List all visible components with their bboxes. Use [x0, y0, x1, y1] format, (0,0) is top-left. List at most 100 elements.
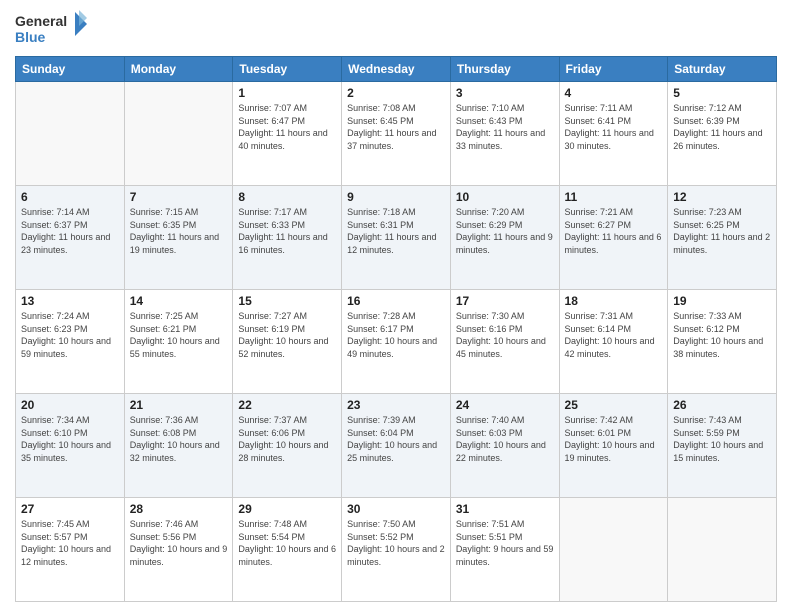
- calendar-cell: 11 Sunrise: 7:21 AM Sunset: 6:27 PM Dayli…: [559, 186, 668, 290]
- week-row-5: 27Sunrise: 7:45 AM Sunset: 5:57 PM Dayli…: [16, 498, 777, 602]
- svg-text:Blue: Blue: [15, 29, 46, 45]
- day-info: Sunrise: 7:20 AM Sunset: 6:29 PM Dayligh…: [456, 206, 554, 256]
- calendar-cell: [124, 82, 233, 186]
- day-info: Sunrise: 7:39 AM Sunset: 6:04 PM Dayligh…: [347, 414, 445, 464]
- day-number: 27: [21, 502, 119, 516]
- day-info: Sunrise: 7:15 AM Sunset: 6:35 PM Dayligh…: [130, 206, 228, 256]
- weekday-header-sunday: Sunday: [16, 57, 125, 82]
- calendar-cell: 1 Sunrise: 7:07 AM Sunset: 6:47 PM Daylig…: [233, 82, 342, 186]
- day-number: 25: [565, 398, 663, 412]
- day-info: Sunrise: 7:18 AM Sunset: 6:31 PM Dayligh…: [347, 206, 445, 256]
- day-number: 9: [347, 190, 445, 204]
- calendar-cell: [559, 498, 668, 602]
- weekday-header-tuesday: Tuesday: [233, 57, 342, 82]
- day-number: 17: [456, 294, 554, 308]
- weekday-header-friday: Friday: [559, 57, 668, 82]
- page: General Blue SundayMondayTuesdayWednesda…: [0, 0, 792, 612]
- weekday-header-monday: Monday: [124, 57, 233, 82]
- day-number: 18: [565, 294, 663, 308]
- calendar-cell: 13 Sunrise: 7:24 AM Sunset: 6:23 PM Dayli…: [16, 290, 125, 394]
- calendar-cell: 12Sunrise: 7:23 AM Sunset: 6:25 PM Dayli…: [668, 186, 777, 290]
- calendar-cell: 20 Sunrise: 7:34 AM Sunset: 6:10 PM Dayli…: [16, 394, 125, 498]
- day-number: 11: [565, 190, 663, 204]
- weekday-header-thursday: Thursday: [450, 57, 559, 82]
- header: General Blue: [15, 10, 777, 50]
- day-number: 20: [21, 398, 119, 412]
- calendar-cell: 26Sunrise: 7:43 AM Sunset: 5:59 PM Dayli…: [668, 394, 777, 498]
- day-info: Sunrise: 7:40 AM Sunset: 6:03 PM Dayligh…: [456, 414, 554, 464]
- day-info: Sunrise: 7:51 AM Sunset: 5:51 PM Dayligh…: [456, 518, 554, 568]
- calendar-cell: 6Sunrise: 7:14 AM Sunset: 6:37 PM Daylig…: [16, 186, 125, 290]
- day-info: Sunrise: 7:33 AM Sunset: 6:12 PM Dayligh…: [673, 310, 771, 360]
- day-info: Sunrise: 7:17 AM Sunset: 6:33 PM Dayligh…: [238, 206, 336, 256]
- day-number: 3: [456, 86, 554, 100]
- day-number: 23: [347, 398, 445, 412]
- calendar-cell: 21 Sunrise: 7:36 AM Sunset: 6:08 PM Dayli…: [124, 394, 233, 498]
- calendar-cell: 14 Sunrise: 7:25 AM Sunset: 6:21 PM Dayli…: [124, 290, 233, 394]
- day-info: Sunrise: 7:12 AM Sunset: 6:39 PM Dayligh…: [673, 102, 771, 152]
- calendar-cell: [16, 82, 125, 186]
- calendar-table: SundayMondayTuesdayWednesdayThursdayFrid…: [15, 56, 777, 602]
- calendar-cell: 8Sunrise: 7:17 AM Sunset: 6:33 PM Daylig…: [233, 186, 342, 290]
- day-number: 1: [238, 86, 336, 100]
- calendar-cell: 29Sunrise: 7:48 AM Sunset: 5:54 PM Dayli…: [233, 498, 342, 602]
- calendar-cell: 25Sunrise: 7:42 AM Sunset: 6:01 PM Dayli…: [559, 394, 668, 498]
- week-row-2: 6Sunrise: 7:14 AM Sunset: 6:37 PM Daylig…: [16, 186, 777, 290]
- calendar-cell: 7 Sunrise: 7:15 AM Sunset: 6:35 PM Daylig…: [124, 186, 233, 290]
- day-number: 2: [347, 86, 445, 100]
- day-number: 21: [130, 398, 228, 412]
- week-row-3: 13 Sunrise: 7:24 AM Sunset: 6:23 PM Dayli…: [16, 290, 777, 394]
- day-info: Sunrise: 7:48 AM Sunset: 5:54 PM Dayligh…: [238, 518, 336, 568]
- day-number: 16: [347, 294, 445, 308]
- calendar-cell: 31 Sunrise: 7:51 AM Sunset: 5:51 PM Dayli…: [450, 498, 559, 602]
- day-info: Sunrise: 7:27 AM Sunset: 6:19 PM Dayligh…: [238, 310, 336, 360]
- day-info: Sunrise: 7:07 AM Sunset: 6:47 PM Dayligh…: [238, 102, 336, 152]
- day-number: 14: [130, 294, 228, 308]
- day-number: 15: [238, 294, 336, 308]
- logo-svg: General Blue: [15, 10, 87, 50]
- calendar-cell: 23 Sunrise: 7:39 AM Sunset: 6:04 PM Dayli…: [342, 394, 451, 498]
- day-info: Sunrise: 7:30 AM Sunset: 6:16 PM Dayligh…: [456, 310, 554, 360]
- calendar-cell: 18 Sunrise: 7:31 AM Sunset: 6:14 PM Dayli…: [559, 290, 668, 394]
- day-number: 12: [673, 190, 771, 204]
- calendar-cell: 22 Sunrise: 7:37 AM Sunset: 6:06 PM Dayli…: [233, 394, 342, 498]
- calendar-cell: 2Sunrise: 7:08 AM Sunset: 6:45 PM Daylig…: [342, 82, 451, 186]
- day-info: Sunrise: 7:28 AM Sunset: 6:17 PM Dayligh…: [347, 310, 445, 360]
- day-info: Sunrise: 7:31 AM Sunset: 6:14 PM Dayligh…: [565, 310, 663, 360]
- day-info: Sunrise: 7:11 AM Sunset: 6:41 PM Dayligh…: [565, 102, 663, 152]
- weekday-header-row: SundayMondayTuesdayWednesdayThursdayFrid…: [16, 57, 777, 82]
- day-info: Sunrise: 7:46 AM Sunset: 5:56 PM Dayligh…: [130, 518, 228, 568]
- day-info: Sunrise: 7:37 AM Sunset: 6:06 PM Dayligh…: [238, 414, 336, 464]
- day-number: 19: [673, 294, 771, 308]
- day-number: 7: [130, 190, 228, 204]
- calendar-cell: 27Sunrise: 7:45 AM Sunset: 5:57 PM Dayli…: [16, 498, 125, 602]
- day-info: Sunrise: 7:36 AM Sunset: 6:08 PM Dayligh…: [130, 414, 228, 464]
- weekday-header-wednesday: Wednesday: [342, 57, 451, 82]
- week-row-1: 1 Sunrise: 7:07 AM Sunset: 6:47 PM Daylig…: [16, 82, 777, 186]
- calendar-cell: 17 Sunrise: 7:30 AM Sunset: 6:16 PM Dayli…: [450, 290, 559, 394]
- week-row-4: 20 Sunrise: 7:34 AM Sunset: 6:10 PM Dayli…: [16, 394, 777, 498]
- day-number: 4: [565, 86, 663, 100]
- day-number: 26: [673, 398, 771, 412]
- day-number: 10: [456, 190, 554, 204]
- calendar-cell: 19 Sunrise: 7:33 AM Sunset: 6:12 PM Dayli…: [668, 290, 777, 394]
- calendar-cell: 16 Sunrise: 7:28 AM Sunset: 6:17 PM Dayli…: [342, 290, 451, 394]
- day-number: 22: [238, 398, 336, 412]
- day-number: 31: [456, 502, 554, 516]
- calendar-cell: 15 Sunrise: 7:27 AM Sunset: 6:19 PM Dayli…: [233, 290, 342, 394]
- day-info: Sunrise: 7:21 AM Sunset: 6:27 PM Dayligh…: [565, 206, 663, 256]
- day-number: 28: [130, 502, 228, 516]
- day-number: 30: [347, 502, 445, 516]
- day-number: 13: [21, 294, 119, 308]
- calendar-cell: [668, 498, 777, 602]
- calendar-cell: 10 Sunrise: 7:20 AM Sunset: 6:29 PM Dayli…: [450, 186, 559, 290]
- day-info: Sunrise: 7:24 AM Sunset: 6:23 PM Dayligh…: [21, 310, 119, 360]
- day-number: 5: [673, 86, 771, 100]
- day-info: Sunrise: 7:34 AM Sunset: 6:10 PM Dayligh…: [21, 414, 119, 464]
- day-number: 6: [21, 190, 119, 204]
- day-info: Sunrise: 7:50 AM Sunset: 5:52 PM Dayligh…: [347, 518, 445, 568]
- calendar-cell: 4 Sunrise: 7:11 AM Sunset: 6:41 PM Daylig…: [559, 82, 668, 186]
- day-info: Sunrise: 7:10 AM Sunset: 6:43 PM Dayligh…: [456, 102, 554, 152]
- day-info: Sunrise: 7:25 AM Sunset: 6:21 PM Dayligh…: [130, 310, 228, 360]
- logo: General Blue: [15, 10, 87, 50]
